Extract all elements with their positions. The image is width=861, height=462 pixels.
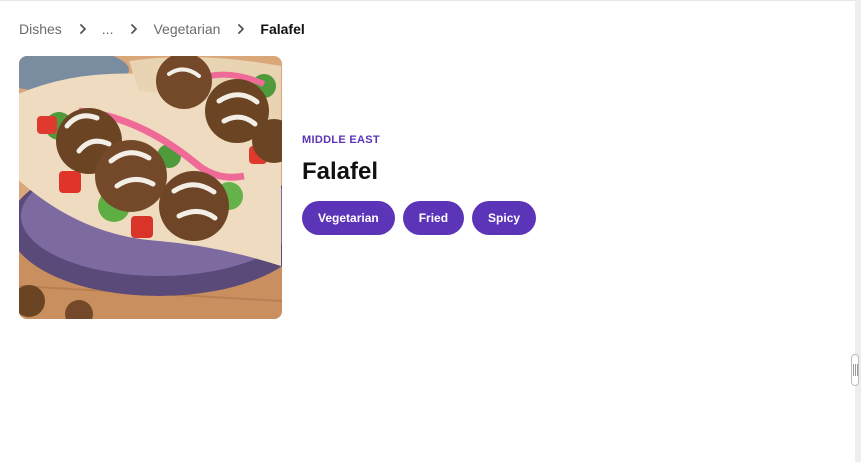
chevron-right-icon xyxy=(230,18,252,40)
dish-title: Falafel xyxy=(302,158,379,185)
breadcrumb: Dishes ... Vegetarian Falafel xyxy=(19,18,305,40)
dish-image xyxy=(19,56,282,319)
tag-fried[interactable]: Fried xyxy=(402,201,465,235)
dish-region: MIDDLE EAST xyxy=(302,134,380,146)
resize-handle[interactable] xyxy=(851,354,859,386)
top-border xyxy=(0,0,861,1)
tag-list: Vegetarian Fried Spicy xyxy=(302,201,537,235)
breadcrumb-dishes[interactable]: Dishes xyxy=(19,21,62,37)
chevron-right-icon xyxy=(72,18,94,40)
breadcrumb-vegetarian[interactable]: Vegetarian xyxy=(153,21,220,37)
tag-spicy[interactable]: Spicy xyxy=(472,201,537,235)
chevron-right-icon xyxy=(123,18,145,40)
tag-vegetarian[interactable]: Vegetarian xyxy=(302,201,395,235)
breadcrumb-ellipsis[interactable]: ... xyxy=(102,21,114,37)
breadcrumb-current: Falafel xyxy=(260,21,305,37)
scrollbar-track[interactable] xyxy=(855,0,861,462)
dish-info: MIDDLE EAST Falafel Vegetarian Fried Spi… xyxy=(302,134,537,235)
